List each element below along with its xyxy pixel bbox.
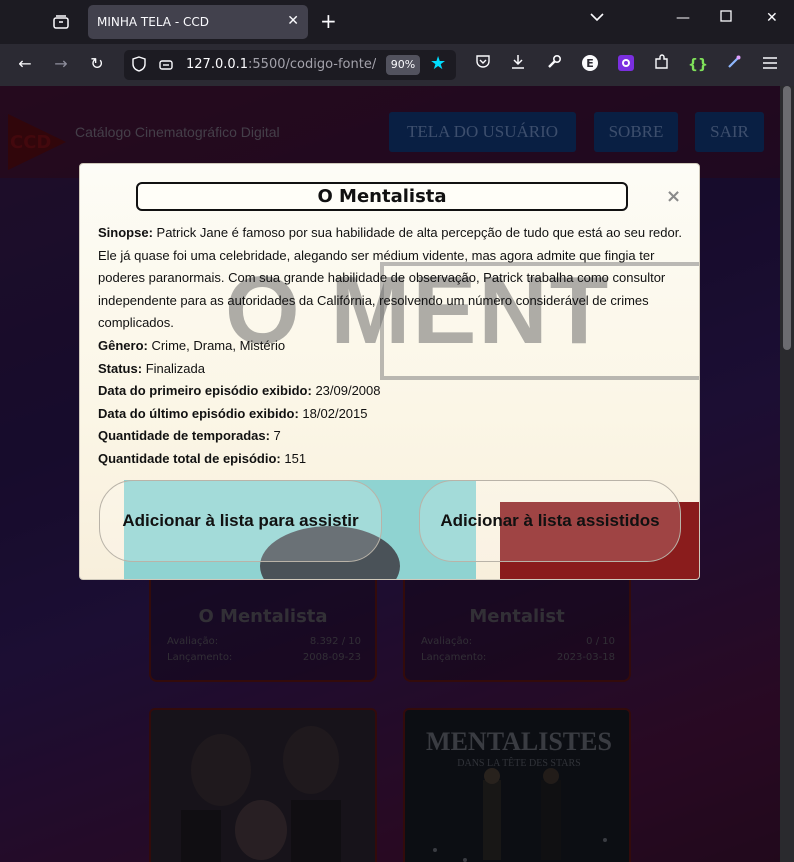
extension-braces-icon[interactable]: {} <box>687 54 709 76</box>
downloads-icon[interactable] <box>507 54 529 76</box>
extension-purple-icon[interactable] <box>615 54 637 76</box>
url-path: :5500/codigo-fonte/s <box>248 57 376 72</box>
maximize-icon[interactable] <box>720 10 732 26</box>
zoom-level[interactable]: 90% <box>386 55 420 75</box>
series-info: Sinopse: Patrick Jane é famoso por sua h… <box>98 222 688 471</box>
add-to-watchlist-button[interactable]: Adicionar à lista para assistir <box>99 480 382 562</box>
tracking-shield-icon[interactable] <box>132 56 146 76</box>
tab-list-icon[interactable] <box>48 10 74 34</box>
season-count-value: 7 <box>273 428 281 444</box>
last-episode-value: 18/02/2015 <box>302 405 368 421</box>
active-tab[interactable]: MINHA TELA - CCD ✕ <box>88 5 308 39</box>
page-scrollbar[interactable] <box>780 86 794 862</box>
add-to-watched-button[interactable]: Adicionar à lista assistidos <box>419 480 681 562</box>
minimize-icon[interactable]: — <box>676 10 690 26</box>
forward-icon[interactable]: → <box>49 54 73 73</box>
extensions-puzzle-icon[interactable] <box>651 54 673 76</box>
browser-nav-bar: ← → ↻ 127.0.0.1:5500/codigo-fonte/s 90% … <box>0 44 794 86</box>
modal-title: O Mentalista <box>136 182 628 211</box>
episode-count-value: 151 <box>284 450 307 466</box>
url-bar[interactable]: 127.0.0.1:5500/codigo-fonte/s 90% ★ <box>124 50 456 80</box>
season-count: Quantidade de temporadas: 7 <box>98 425 688 448</box>
first-episode-value: 23/09/2008 <box>315 383 381 399</box>
synopsis-text: Patrick Jane é famoso por sua habilidade… <box>98 225 682 331</box>
close-icon[interactable]: × <box>666 186 681 207</box>
browser-tab-bar: MINHA TELA - CCD ✕ + — ✕ <box>0 0 794 44</box>
scrollbar-thumb[interactable] <box>783 86 791 350</box>
bookmark-star-icon[interactable]: ★ <box>430 53 446 74</box>
status-value: Finalizada <box>145 360 205 376</box>
genre: Gênero: Crime, Drama, Mistério <box>98 335 688 358</box>
last-episode-label: Data do último episódio exibido: <box>98 405 299 421</box>
tab-close-icon[interactable]: ✕ <box>287 13 299 29</box>
series-detail-modal: O MENT O Mentalista × Sinopse: Patrick J… <box>79 163 700 580</box>
url-text: 127.0.0.1:5500/codigo-fonte/s <box>186 57 376 72</box>
synopsis: Sinopse: Patrick Jane é famoso por sua h… <box>98 222 688 335</box>
wrench-icon[interactable] <box>543 54 565 76</box>
close-window-icon[interactable]: ✕ <box>766 10 778 26</box>
last-episode-date: Data do último episódio exibido: 18/02/2… <box>98 403 688 426</box>
pocket-icon[interactable] <box>472 54 494 76</box>
tab-overflow-chevron-icon[interactable] <box>590 10 604 26</box>
episode-count-label: Quantidade total de episódio: <box>98 450 281 466</box>
episode-count: Quantidade total de episódio: 151 <box>98 448 688 471</box>
status-label: Status: <box>98 360 143 376</box>
menu-hamburger-icon[interactable] <box>759 54 781 76</box>
first-episode-date: Data do primeiro episódio exibido: 23/09… <box>98 380 688 403</box>
url-host: 127.0.0.1 <box>186 57 249 72</box>
new-tab-icon[interactable]: + <box>320 9 337 33</box>
tab-title: MINHA TELA - CCD <box>97 15 209 29</box>
synopsis-label: Sinopse: <box>98 225 153 240</box>
back-icon[interactable]: ← <box>13 54 37 73</box>
season-count-label: Quantidade de temporadas: <box>98 428 270 444</box>
reload-icon[interactable]: ↻ <box>85 54 109 73</box>
extension-e-icon[interactable]: E <box>579 54 601 76</box>
status: Status: Finalizada <box>98 358 688 381</box>
genre-label: Gênero: <box>98 337 148 353</box>
page-info-icon[interactable] <box>158 56 174 76</box>
genre-value: Crime, Drama, Mistério <box>151 337 286 353</box>
first-episode-label: Data do primeiro episódio exibido: <box>98 383 312 399</box>
color-picker-icon[interactable] <box>723 54 745 76</box>
svg-text:E: E <box>586 57 594 70</box>
